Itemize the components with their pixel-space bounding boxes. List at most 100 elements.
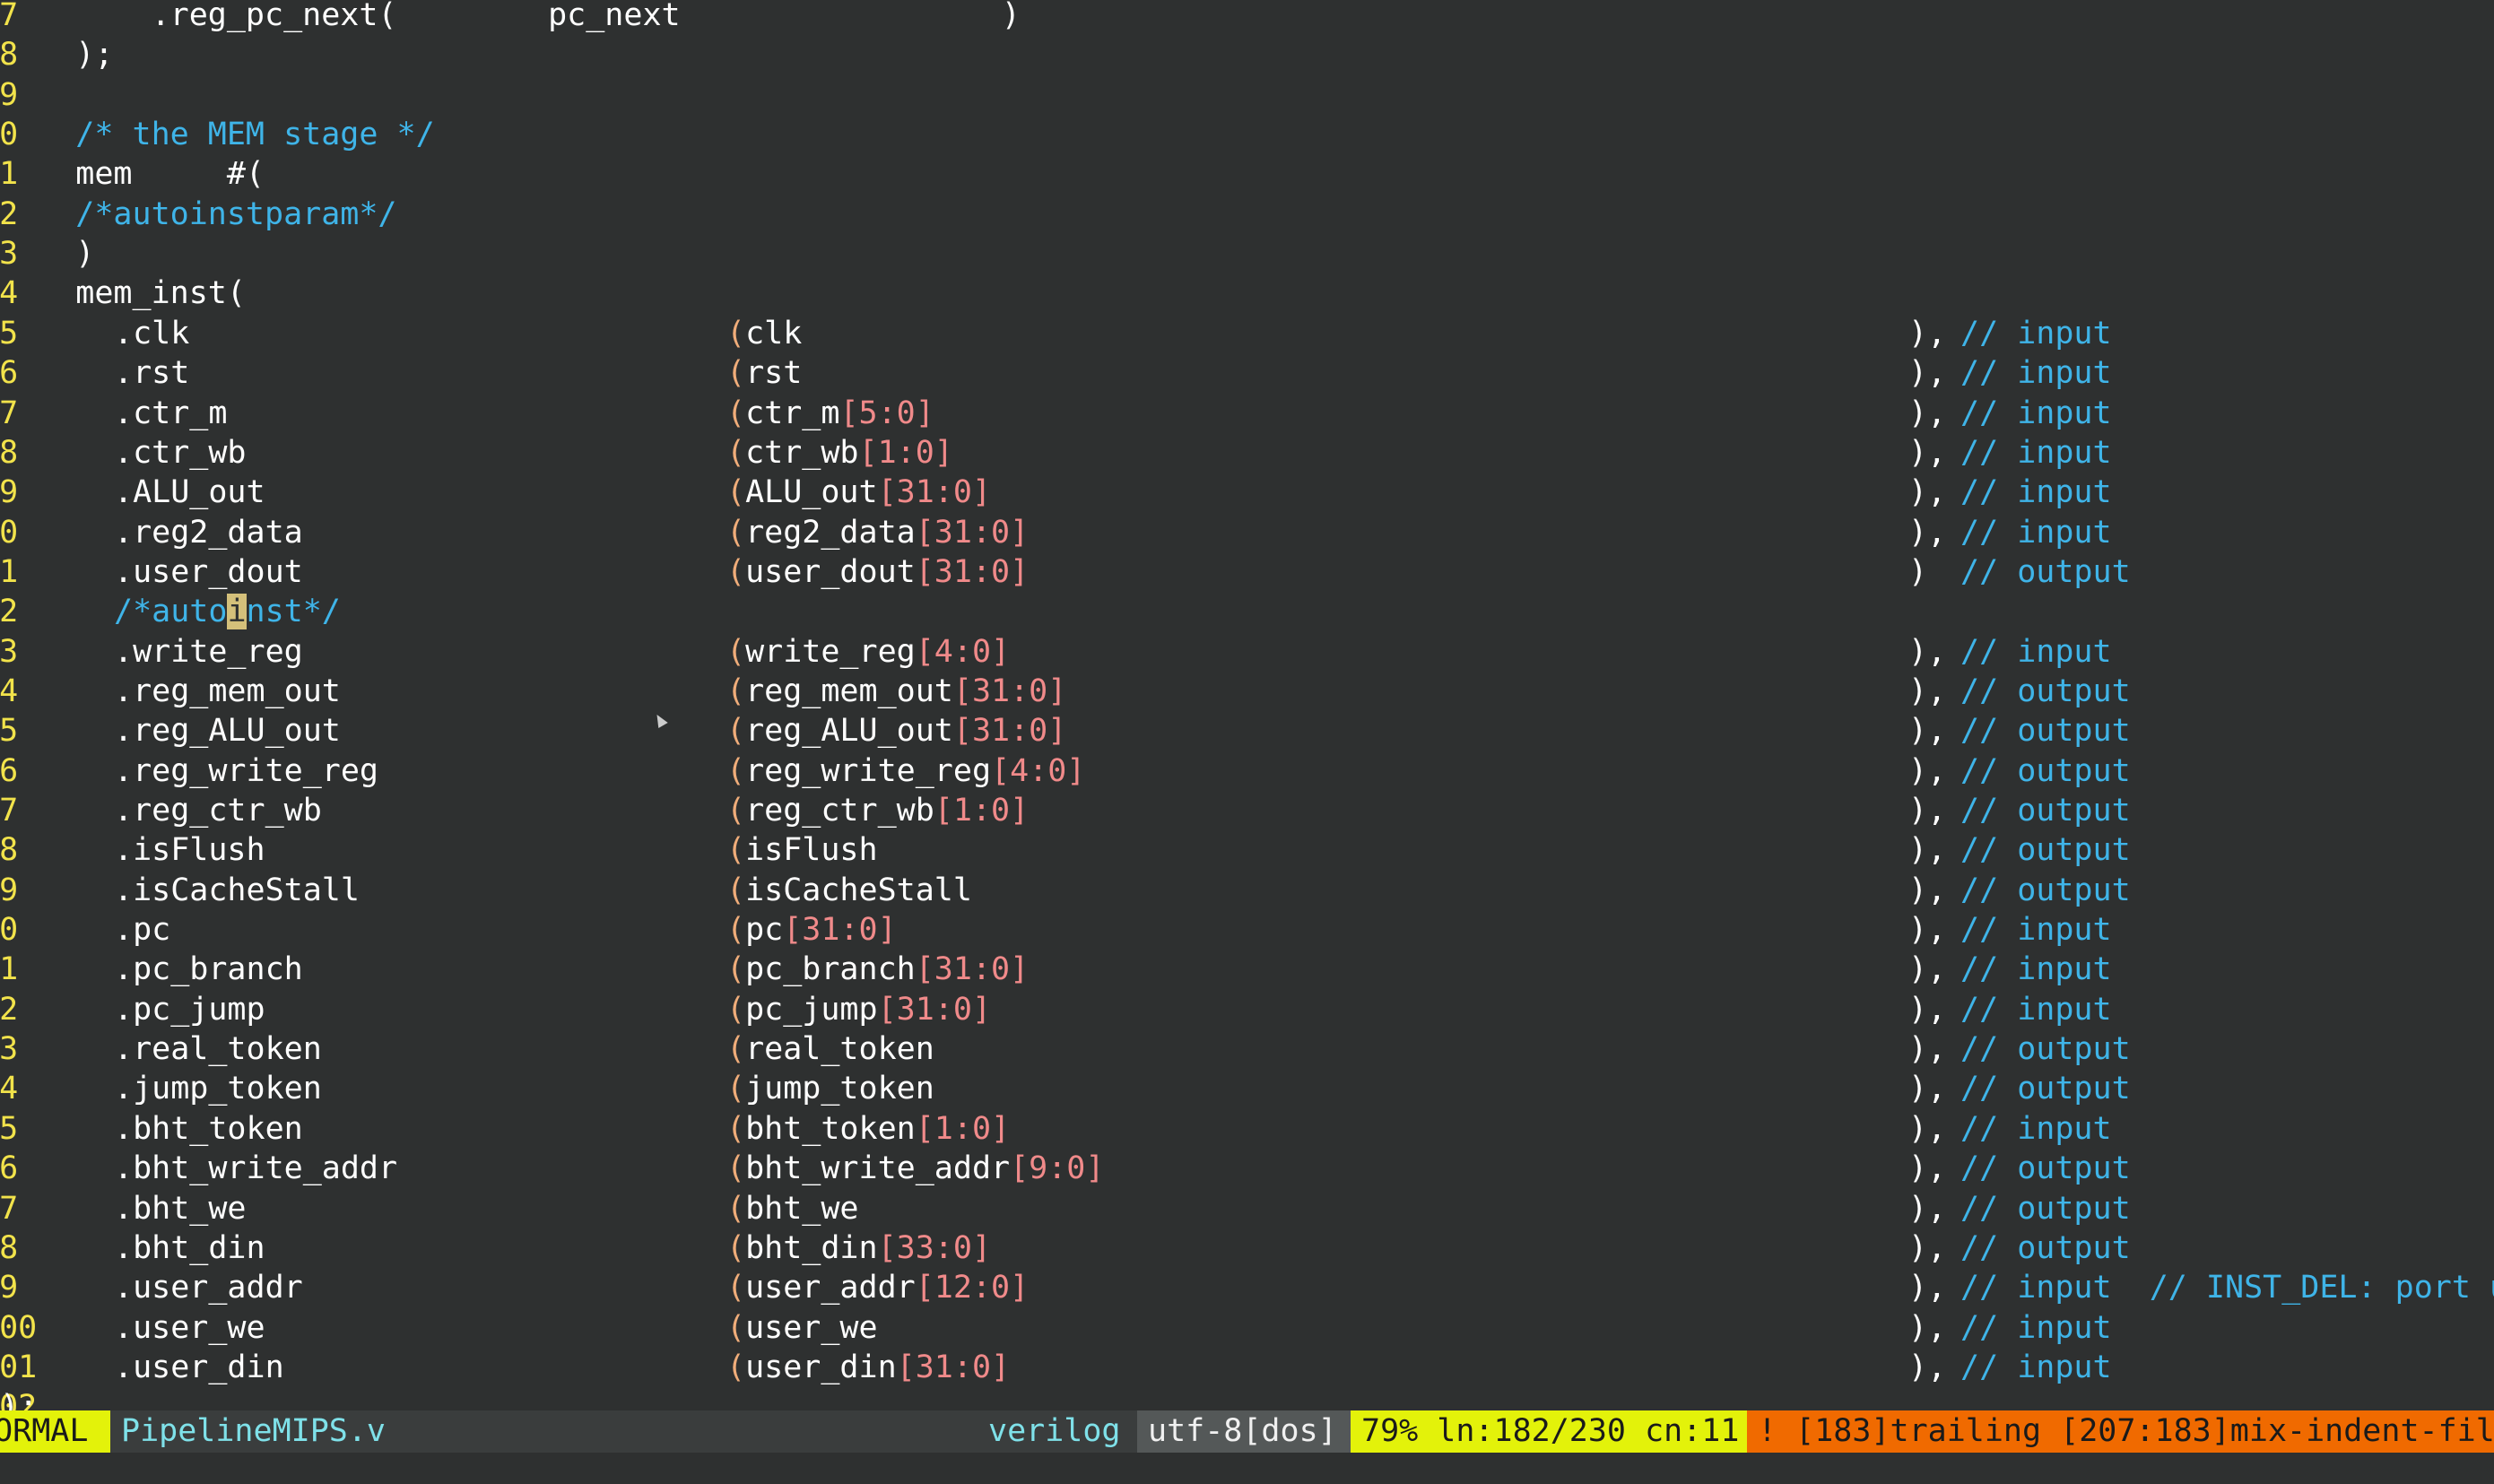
line-number: 85 bbox=[0, 713, 19, 750]
code-line[interactable]: 68 ); bbox=[0, 35, 2494, 74]
close-paren: ), bbox=[1908, 752, 1947, 789]
code-line[interactable]: 92 .pc_jump (pc_jump[31:0]), // input bbox=[0, 990, 2494, 1029]
code-line[interactable]: 98 .bht_din (bht_din[33:0]), // output bbox=[0, 1228, 2494, 1268]
code-line[interactable]: 78 .ctr_wb (ctr_wb[1:0]), // input bbox=[0, 433, 2494, 473]
code-line[interactable]: 82 /*autoinst*/ bbox=[0, 592, 2494, 631]
code-line[interactable]: 69 bbox=[0, 75, 2494, 115]
open-paren: ( bbox=[726, 1190, 746, 1227]
line-number: 80 bbox=[0, 514, 19, 551]
code-text: mem #( bbox=[0, 156, 265, 193]
line-number: 79 bbox=[0, 474, 19, 511]
port-name: .user_addr bbox=[114, 1270, 303, 1306]
signal-connection: (reg2_data[31:0] bbox=[726, 513, 1029, 552]
signal-name: user_dout bbox=[745, 553, 916, 590]
code-line[interactable]: 76 .rst (rst), // input bbox=[0, 353, 2494, 393]
code-line[interactable]: 85 .reg_ALU_out (reg_ALU_out[31:0]), // out… bbox=[0, 711, 2494, 751]
direction-comment: // input bbox=[1960, 1349, 2112, 1385]
code-line[interactable]: 88 .isFlush (isFlush), // output bbox=[0, 830, 2494, 870]
direction-comment: // output bbox=[1960, 673, 2131, 709]
port-name: .bht_we bbox=[114, 1190, 247, 1227]
open-paren: ( bbox=[726, 553, 746, 590]
code-line[interactable]: 99 .user_addr (user_addr[12:0]), // input /… bbox=[0, 1268, 2494, 1307]
code-line[interactable]: 70 /* the MEM stage */ bbox=[0, 115, 2494, 154]
code-line[interactable]: 96 .bht_write_addr (bht_write_addr[9:0]), /… bbox=[0, 1149, 2494, 1188]
bit-range: [12:0] bbox=[915, 1270, 1030, 1306]
code-line[interactable]: 100 .user_we (user_we), // input bbox=[0, 1308, 2494, 1348]
line-number: 77 bbox=[0, 395, 19, 431]
code-text: ); bbox=[0, 37, 114, 74]
code-line[interactable]: 79 .ALU_out (ALU_out[31:0]), // input bbox=[0, 473, 2494, 512]
open-paren: ( bbox=[726, 1270, 746, 1306]
direction-comment: // output bbox=[1960, 752, 2131, 789]
code-line[interactable]: 77 .ctr_m (ctr_m[5:0]), // input bbox=[0, 394, 2494, 433]
close-paren: ), bbox=[1908, 1190, 1947, 1227]
code-line[interactable]: 95 .bht_token (bht_token[1:0]), // input bbox=[0, 1109, 2494, 1149]
code-text: /* the MEM stage */ bbox=[0, 117, 435, 153]
line-number: 92 bbox=[0, 991, 19, 1028]
signal-connection: (pc_branch[31:0] bbox=[726, 950, 1029, 989]
close-paren: ), bbox=[1908, 1031, 1947, 1068]
signal-name: pc_jump bbox=[745, 991, 878, 1028]
signal-connection: (reg_write_reg[4:0] bbox=[726, 751, 1085, 791]
signal-name: reg2_data bbox=[745, 514, 916, 551]
port-name: .reg2_data bbox=[114, 514, 303, 551]
autoinst-comment: /*autoinst*/ bbox=[114, 592, 341, 631]
code-line[interactable]: 73 ) bbox=[0, 234, 2494, 273]
direction-comment: // input bbox=[1960, 355, 2112, 392]
code-line[interactable]: 86 .reg_write_reg (reg_write_reg[4:0]), // … bbox=[0, 751, 2494, 791]
code-line[interactable]: 67 .reg_pc_next( pc_next ) bbox=[0, 0, 2494, 35]
command-line[interactable] bbox=[0, 1453, 2494, 1484]
code-text: ) bbox=[0, 236, 95, 273]
code-line[interactable]: 101 .user_din (user_din[31:0]), // input bbox=[0, 1348, 2494, 1387]
signal-connection: (real_token bbox=[726, 1029, 934, 1069]
close-paren: ), bbox=[1908, 832, 1947, 869]
port-name: .user_we bbox=[114, 1309, 265, 1346]
line-number: 87 bbox=[0, 793, 19, 829]
code-line[interactable]: 93 .real_token (real_token), // output bbox=[0, 1029, 2494, 1069]
open-paren: ( bbox=[726, 752, 746, 789]
port-name: .user_dout bbox=[114, 553, 303, 590]
line-number: 83 bbox=[0, 633, 19, 670]
code-line[interactable]: 97 .bht_we (bht_we), // output bbox=[0, 1189, 2494, 1228]
open-paren: ( bbox=[726, 395, 746, 431]
port-name: .bht_token bbox=[114, 1110, 303, 1147]
signal-name: user_we bbox=[745, 1309, 878, 1346]
code-line[interactable]: 80 .reg2_data (reg2_data[31:0]), // input bbox=[0, 513, 2494, 552]
port-name: .ctr_wb bbox=[114, 434, 247, 471]
code-line[interactable]: 90 .pc (pc[31:0]), // input bbox=[0, 910, 2494, 950]
code-line[interactable]: 91 .pc_branch (pc_branch[31:0]), // input bbox=[0, 950, 2494, 989]
code-line[interactable]: 71 mem #( bbox=[0, 154, 2494, 194]
code-line[interactable]: 72 /*autoinstparam*/ bbox=[0, 195, 2494, 234]
signal-connection: (isCacheStall bbox=[726, 871, 972, 910]
signal-connection: (reg_mem_out[31:0] bbox=[726, 672, 1066, 711]
bit-range: [31:0] bbox=[896, 1349, 1011, 1385]
code-line[interactable]: 75 .clk (clk), // input bbox=[0, 314, 2494, 353]
signal-name: real_token bbox=[745, 1031, 934, 1068]
code-line[interactable]: 81 .user_dout (user_dout[31:0]) // output bbox=[0, 552, 2494, 592]
signal-name: clk bbox=[745, 315, 803, 351]
comment-text: /*auto bbox=[114, 594, 228, 630]
vim-editor-window[interactable]: 67 .reg_pc_next( pc_next )68 );6970 /* t… bbox=[0, 0, 2494, 1484]
direction-comment: // input bbox=[1960, 514, 2112, 551]
signal-connection: (reg_ALU_out[31:0] bbox=[726, 711, 1066, 751]
direction-comment: // input bbox=[1960, 991, 2112, 1028]
code-line[interactable]: 89 .isCacheStall (isCacheStall), // output bbox=[0, 871, 2494, 910]
code-line[interactable]: 87 .reg_ctr_wb (reg_ctr_wb[1:0]), // output bbox=[0, 791, 2494, 830]
open-paren: ( bbox=[726, 1071, 746, 1107]
code-line[interactable]: 83 .write_reg (write_reg[4:0]), // input bbox=[0, 632, 2494, 672]
signal-name: bht_din bbox=[745, 1229, 878, 1266]
open-paren: ( bbox=[726, 832, 746, 869]
signal-name: bht_token bbox=[745, 1110, 916, 1147]
port-name: .reg_ALU_out bbox=[114, 713, 341, 750]
signal-name: rst bbox=[745, 355, 803, 392]
signal-name: bht_we bbox=[745, 1190, 859, 1227]
open-paren: ( bbox=[726, 872, 746, 908]
status-line: NORMAL PipelineMIPS.v verilog utf-8[dos]… bbox=[0, 1410, 2494, 1453]
port-name: .reg_write_reg bbox=[114, 752, 379, 789]
close-paren: ), bbox=[1908, 912, 1947, 949]
code-line[interactable]: 94 .jump_token (jump_token), // output bbox=[0, 1069, 2494, 1108]
port-name: .clk bbox=[114, 315, 190, 351]
code-line[interactable]: 84 .reg_mem_out (reg_mem_out[31:0]), // out… bbox=[0, 672, 2494, 711]
code-text: .reg_pc_next( pc_next ) bbox=[0, 0, 1021, 33]
code-line[interactable]: 74 mem_inst( bbox=[0, 273, 2494, 313]
